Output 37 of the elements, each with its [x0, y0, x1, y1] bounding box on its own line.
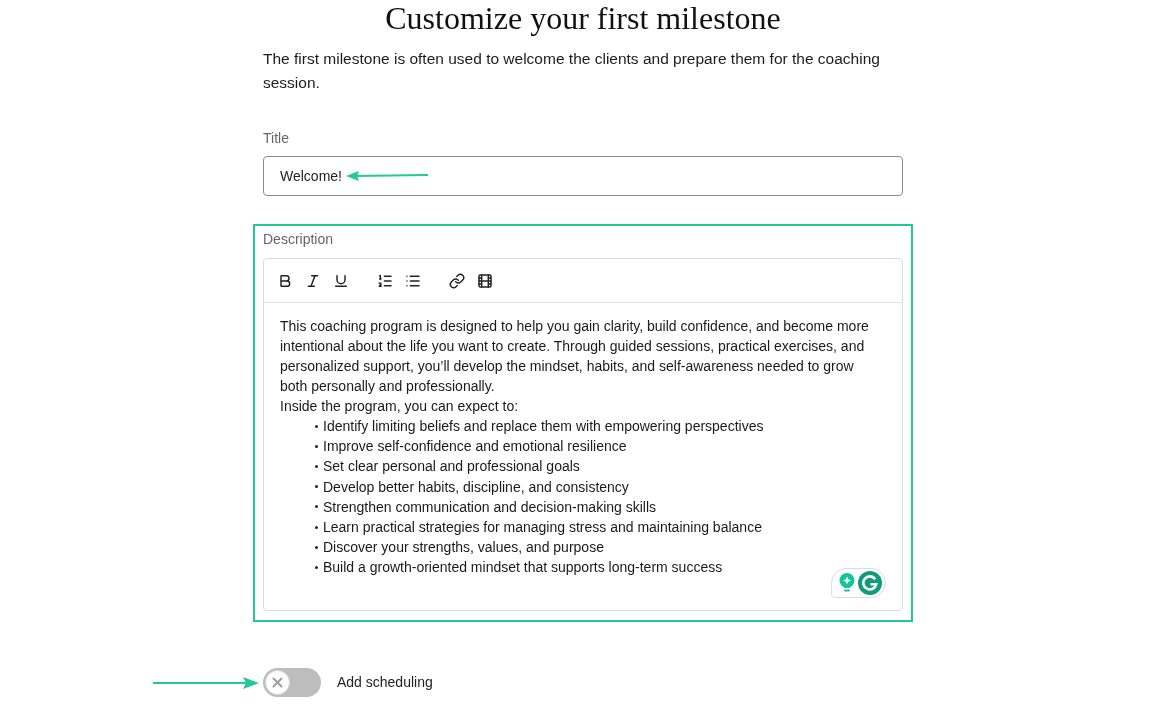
- bullet-icon: [315, 485, 318, 489]
- bullet-icon: [315, 525, 318, 529]
- assistant-badge[interactable]: [831, 567, 886, 598]
- bold-icon[interactable]: [277, 272, 293, 289]
- left-arrow-icon: [346, 171, 428, 181]
- list-item-text: Set clear personal and professional goals: [323, 457, 580, 477]
- list-item-text: Discover your strengths, values, and purpose: [323, 538, 604, 558]
- bullet-icon: [315, 505, 318, 509]
- right-arrow-icon: [153, 676, 259, 689]
- numbered-list-icon[interactable]: [377, 272, 393, 289]
- list-item-text: Improve self-confidence and emotional resilience: [323, 437, 627, 457]
- bullet-icon: [315, 444, 318, 448]
- list-item-text: Strengthen communication and decision-making skills: [323, 497, 657, 517]
- toggle-label: Add scheduling: [337, 673, 433, 692]
- link-icon[interactable]: [449, 272, 465, 289]
- bullet-icon: [315, 545, 318, 549]
- field-label: Title: [263, 129, 290, 148]
- film-icon[interactable]: [477, 272, 493, 289]
- bullet-icon: [315, 565, 318, 569]
- editor-text: Inside the program, you can expect to:: [280, 397, 520, 416]
- list-item-text: Identify limiting beliefs and replace them with empowering perspectives: [323, 417, 764, 437]
- italic-icon[interactable]: [305, 272, 321, 289]
- g-logo-icon: [858, 570, 882, 595]
- underline-icon[interactable]: [333, 272, 349, 289]
- cross-knob-icon: [265, 669, 290, 695]
- title-input[interactable]: Welcome!: [263, 156, 903, 196]
- list-item-text: Develop better habits, discipline, and consistency: [323, 477, 629, 497]
- list-item-text: Build a growth-oriented mindset that supports long-term success: [323, 558, 723, 578]
- bullet-icon: [315, 464, 318, 468]
- intro-text: The first milestone is often used to welcome the clients and prepare them for the coaching session.: [263, 49, 881, 93]
- bullet-icon: [315, 424, 318, 428]
- field-label: Description: [263, 230, 335, 249]
- page-title: Customize your first milestone: [384, 0, 782, 36]
- editor-paragraph: This coaching program is designed to help you gain clarity, build confidence, and become more intentional about the life you want to create. Through guided sessions, practical exercises, and personalized support, you’ll develop the mindset, habits, and self-awareness needed to grow both personally and professionally.: [280, 317, 870, 396]
- list-item-text: Learn practical strategies for managing stress and maintaining balance: [323, 518, 762, 538]
- scheduling-toggle[interactable]: [263, 667, 321, 697]
- lightbulb-icon: [839, 572, 855, 593]
